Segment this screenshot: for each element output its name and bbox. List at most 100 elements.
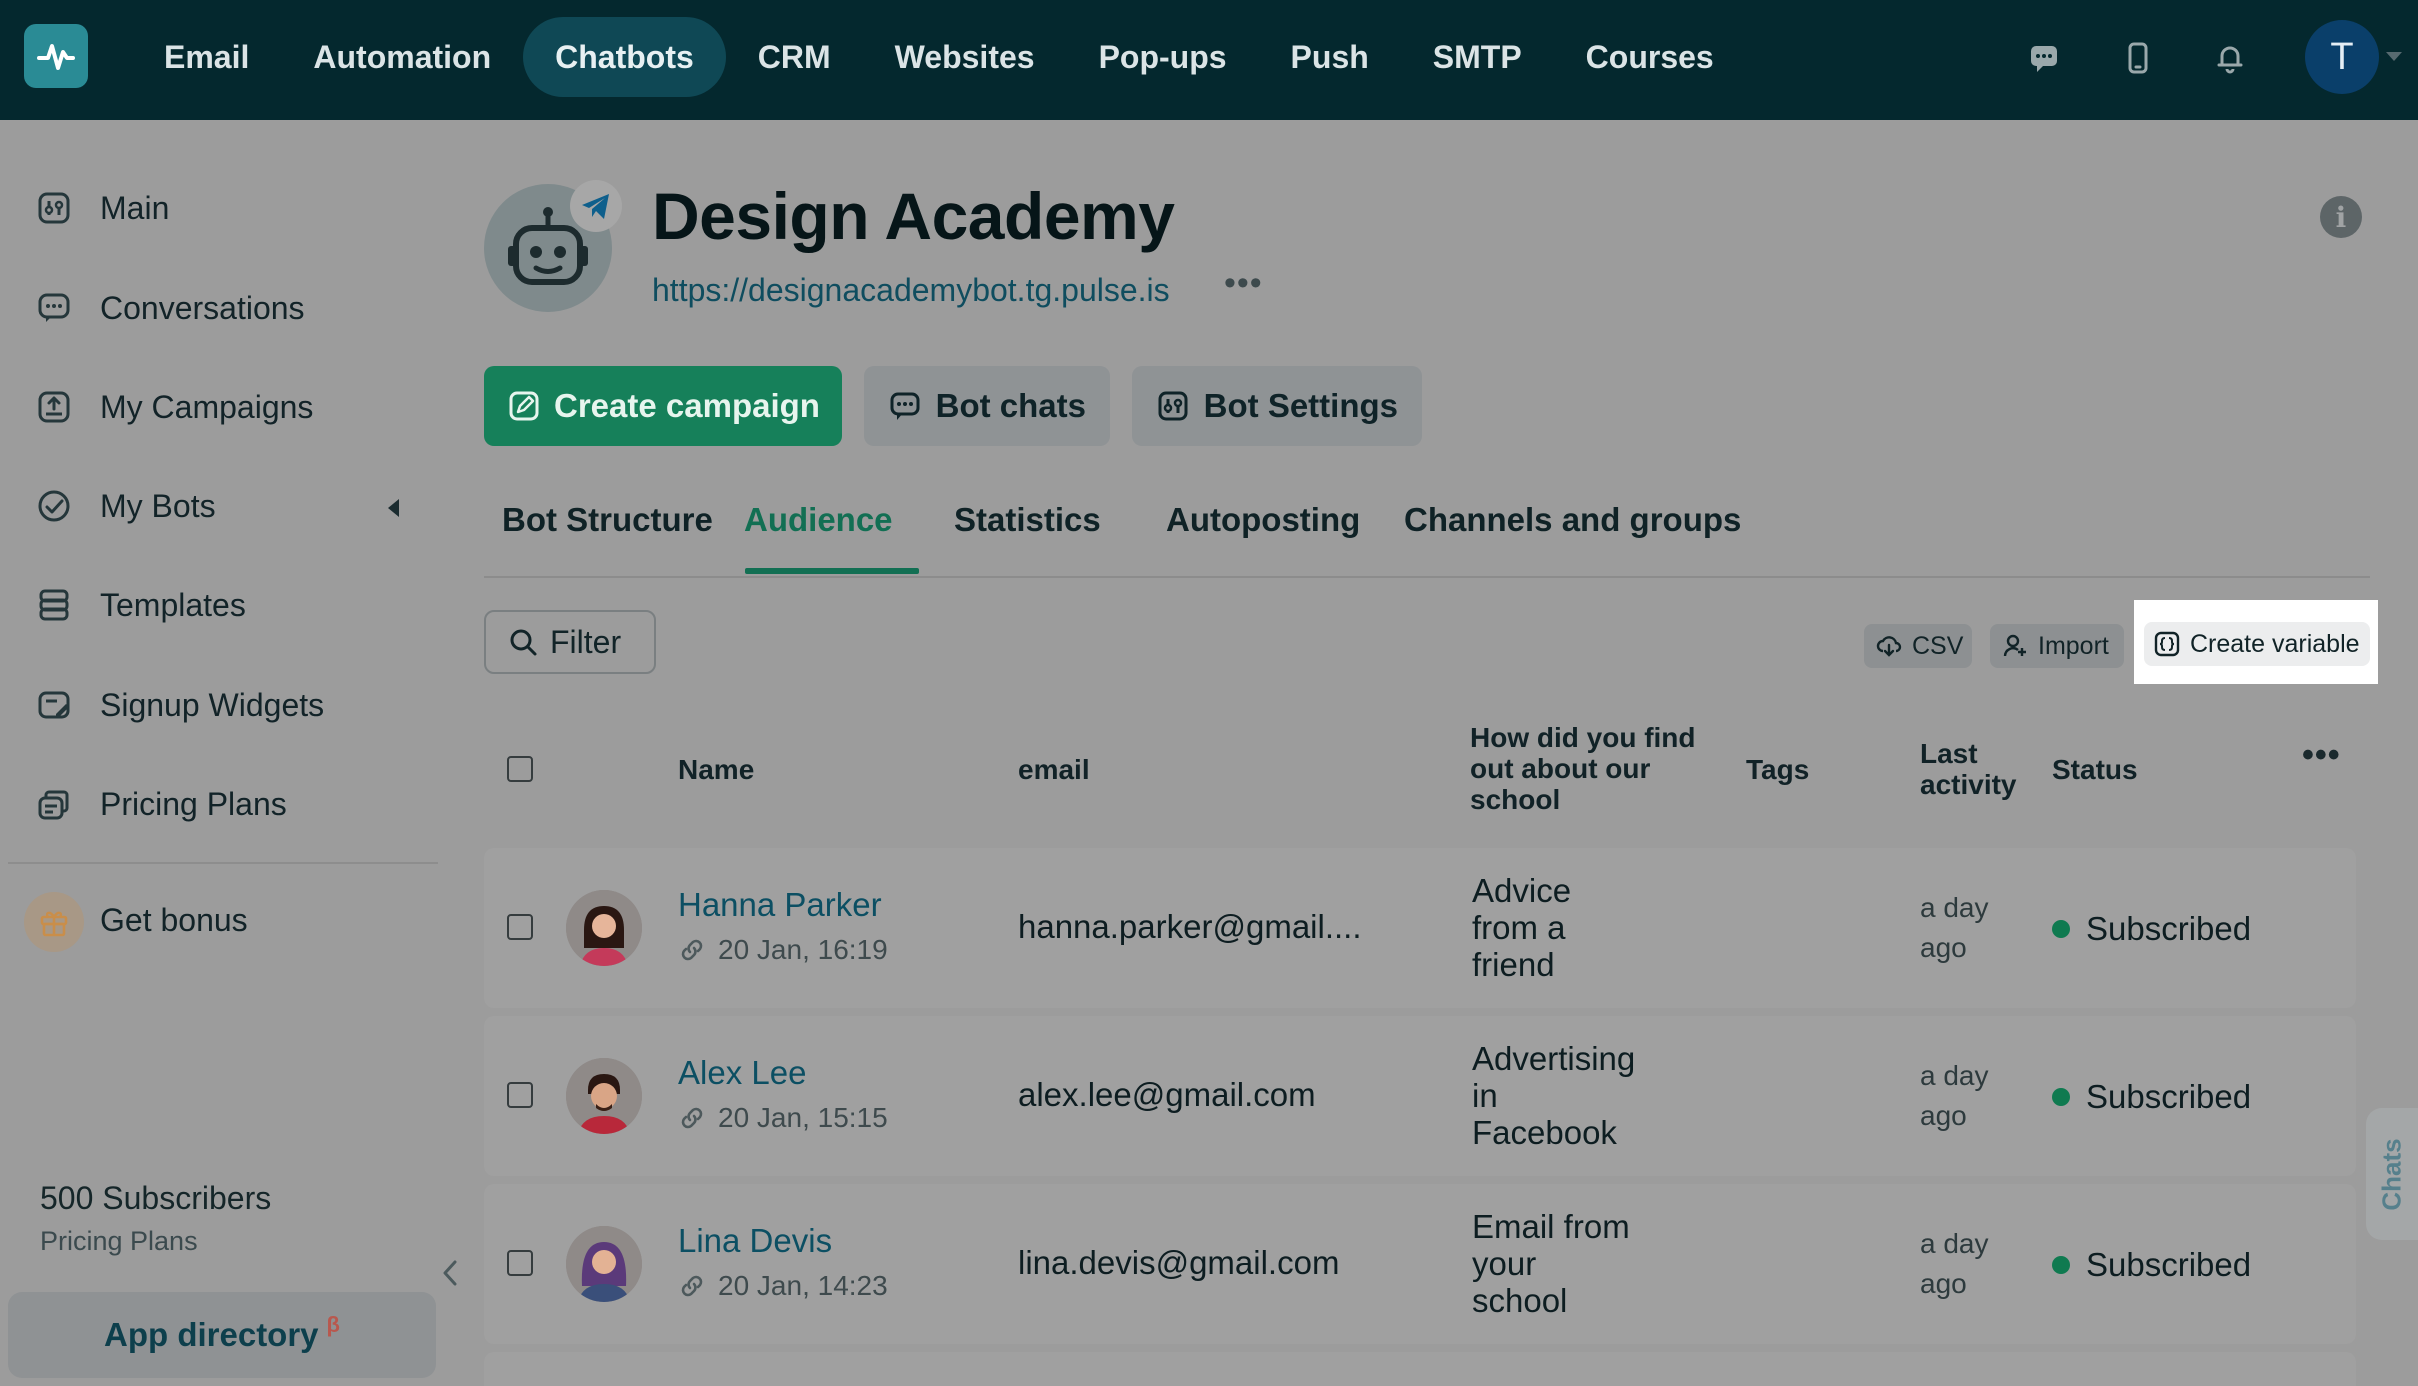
create-campaign-button[interactable]: Create campaign	[484, 366, 842, 446]
column-header-last-activity[interactable]: Last activity	[1920, 738, 2017, 800]
subscriber-date: 20 Jan, 15:15	[678, 1102, 888, 1134]
pulse-logo-icon[interactable]	[24, 24, 88, 88]
subscriber-email: hanna.parker@gmail....	[1018, 908, 1362, 945]
source-line: Facebook	[1472, 1114, 1617, 1151]
bots-icon	[36, 488, 72, 524]
last-activity-line: a day	[1920, 1060, 1989, 1091]
filter-label: Filter	[550, 623, 622, 660]
source-line: your	[1472, 1245, 1537, 1282]
bot-tabs: Bot Structure Audience Statistics Autopo…	[484, 488, 2370, 578]
chevron-down-icon[interactable]	[2386, 52, 2402, 61]
nav-push[interactable]: Push	[1259, 17, 1401, 97]
subscriber-avatar	[566, 1058, 642, 1134]
sidebar-item-label: Signup Widgets	[100, 686, 325, 723]
subscriber-name-link[interactable]: Alex Lee	[678, 1054, 806, 1092]
row-checkbox[interactable]	[507, 1082, 533, 1108]
pricing-plans-link[interactable]: Pricing Plans	[40, 1226, 198, 1257]
nav-automation[interactable]: Automation	[281, 17, 523, 97]
create-variable-button[interactable]: Create variable	[2144, 622, 2370, 666]
sidebar-item-label: Get bonus	[100, 901, 248, 938]
last-activity-line: a day	[1920, 892, 1989, 923]
status-dot-icon	[2052, 1088, 2070, 1106]
user-add-icon	[2002, 633, 2028, 659]
column-header-tags[interactable]: Tags	[1746, 754, 1809, 785]
chevron-left-icon[interactable]	[440, 1258, 460, 1293]
pricing-icon	[36, 786, 72, 822]
subscriber-name-link[interactable]: Hanna Parker	[678, 886, 882, 924]
subscriber-name-link[interactable]: Lina Devis	[678, 1222, 832, 1260]
table-row[interactable]: Alex Lee 20 Jan, 15:15 alex.lee@gmail.co…	[484, 1016, 2356, 1176]
sidebar-item-my-bots[interactable]: My Bots	[36, 476, 216, 536]
more-options-icon[interactable]: •••	[1224, 264, 1263, 303]
sidebar-item-label: Templates	[100, 586, 246, 623]
sidebar-item-label: Pricing Plans	[100, 785, 287, 822]
link-icon	[678, 1271, 708, 1301]
main-icon	[36, 190, 72, 226]
column-header-status[interactable]: Status	[2052, 754, 2138, 785]
row-checkbox[interactable]	[507, 1250, 533, 1276]
last-activity-line: a day	[1920, 1228, 1989, 1259]
table-row[interactable]: Hanna Parker 20 Jan, 16:19 hanna.parker@…	[484, 848, 2356, 1008]
row-checkbox[interactable]	[507, 914, 533, 940]
column-header-source[interactable]: How did you find out about our school	[1470, 722, 1700, 815]
column-header-name[interactable]: Name	[678, 754, 754, 785]
chats-side-tab[interactable]: Chats	[2366, 1108, 2418, 1240]
nav-smtp[interactable]: SMTP	[1401, 17, 1554, 97]
bot-chats-label: Bot chats	[935, 387, 1086, 424]
nav-courses[interactable]: Courses	[1554, 17, 1746, 97]
beta-badge: β	[326, 1312, 340, 1337]
sidebar-item-pricing-plans[interactable]: Pricing Plans	[36, 774, 287, 834]
subscriber-source: Advice from a friend	[1472, 872, 1672, 983]
column-settings-icon[interactable]: •••	[2302, 736, 2341, 775]
nav-popups[interactable]: Pop-ups	[1067, 17, 1259, 97]
sidebar-item-my-campaigns[interactable]: My Campaigns	[36, 377, 313, 437]
create-campaign-label: Create campaign	[554, 387, 820, 424]
mobile-app-icon[interactable]	[2116, 36, 2160, 80]
nav-websites[interactable]: Websites	[863, 17, 1067, 97]
sidebar-item-signup-widgets[interactable]: Signup Widgets	[36, 675, 324, 735]
last-activity-line: ago	[1920, 932, 1967, 963]
table-row[interactable]: Lina Devis 20 Jan, 14:23 lina.devis@gmai…	[484, 1184, 2356, 1344]
app-directory-button[interactable]: App directory β	[8, 1292, 436, 1378]
search-icon	[508, 627, 538, 657]
nav-crm[interactable]: CRM	[726, 17, 863, 97]
subscriber-last-activity: a day ago	[1920, 888, 2020, 968]
subscriber-status: Subscribed	[2052, 910, 2251, 948]
last-activity-line: ago	[1920, 1268, 1967, 1299]
import-button[interactable]: Import	[1990, 624, 2124, 668]
subscriber-status: Subscribed	[2052, 1078, 2251, 1116]
subscriber-status: Subscribed	[2052, 1246, 2251, 1284]
sidebar-item-get-bonus[interactable]: Get bonus	[100, 890, 248, 950]
nav-email[interactable]: Email	[132, 17, 281, 97]
csv-export-button[interactable]: CSV	[1864, 624, 1972, 668]
subscriber-last-activity: a day ago	[1920, 1056, 2020, 1136]
nav-chatbots[interactable]: Chatbots	[523, 17, 726, 97]
sidebar-item-label: My Bots	[100, 487, 216, 524]
column-header-email[interactable]: email	[1018, 754, 1090, 785]
tab-statistics[interactable]: Statistics	[936, 488, 1119, 578]
tab-audience[interactable]: Audience	[726, 488, 911, 578]
column-header-source-line: out about our	[1470, 753, 1651, 784]
user-avatar[interactable]: T	[2305, 20, 2379, 94]
source-line: Advertising	[1472, 1040, 1636, 1077]
source-line: in	[1472, 1077, 1498, 1114]
bot-url-link[interactable]: https://designacademybot.tg.pulse.is	[652, 272, 1170, 309]
table-row[interactable]	[484, 1352, 2356, 1386]
info-icon[interactable]: i	[2320, 196, 2362, 238]
sidebar-item-conversations[interactable]: Conversations	[36, 278, 305, 338]
collapse-caret-icon[interactable]	[388, 499, 399, 517]
notifications-bell-icon[interactable]	[2208, 36, 2252, 80]
gift-icon[interactable]	[24, 892, 84, 952]
tab-autoposting[interactable]: Autoposting	[1148, 488, 1378, 578]
bot-chats-button[interactable]: Bot chats	[864, 366, 1110, 446]
templates-icon	[36, 587, 72, 623]
active-tab-indicator	[745, 568, 919, 574]
bot-settings-button[interactable]: Bot Settings	[1132, 366, 1422, 446]
tab-bot-structure[interactable]: Bot Structure	[484, 488, 731, 578]
sidebar-item-main[interactable]: Main	[36, 178, 169, 238]
select-all-checkbox[interactable]	[507, 756, 533, 782]
filter-button[interactable]: Filter	[484, 610, 656, 674]
chat-support-icon[interactable]	[2022, 36, 2066, 80]
sidebar-item-templates[interactable]: Templates	[36, 575, 246, 635]
tab-channels-and-groups[interactable]: Channels and groups	[1386, 488, 1759, 578]
